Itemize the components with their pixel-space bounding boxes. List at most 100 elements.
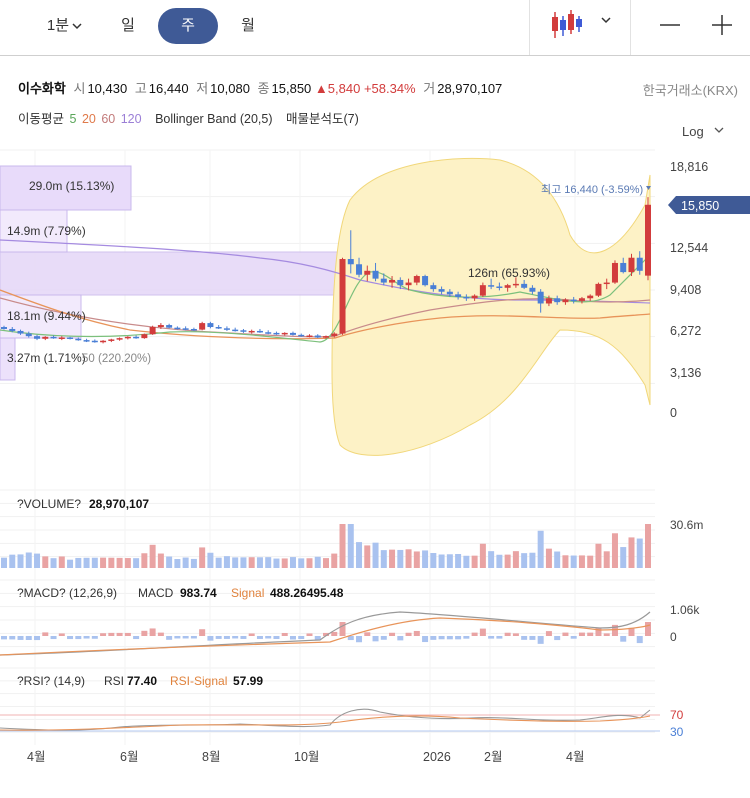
volume-bar <box>529 552 536 568</box>
macd-bar <box>75 636 82 640</box>
macd-bar <box>331 631 338 636</box>
candle-body <box>42 336 49 339</box>
max-label: 최고 16,440 (-3.59%) <box>541 183 643 196</box>
volume-bar <box>166 556 173 568</box>
volume-bar <box>455 554 462 568</box>
volume-bar <box>611 533 618 568</box>
macd-bar <box>405 632 412 636</box>
candle-body <box>372 270 379 279</box>
candle-body <box>471 295 478 299</box>
candle-body <box>537 291 544 304</box>
volume-bar <box>133 558 140 568</box>
volume-bar <box>256 557 263 568</box>
macd-bar <box>207 636 214 641</box>
candle-body <box>9 328 16 331</box>
volume-bar <box>364 545 371 568</box>
macd-bar <box>645 622 651 636</box>
volume-bar <box>25 552 32 568</box>
candle-body <box>314 335 321 338</box>
rsi-tick-30: 30 <box>670 725 684 739</box>
macd-bar <box>397 636 404 641</box>
rsi-value: 77.40 <box>127 674 157 688</box>
y-tick-6: 0 <box>670 406 677 420</box>
candle-body <box>603 282 610 285</box>
volume-bar <box>273 558 280 568</box>
candle-body <box>190 328 197 331</box>
volume-bar <box>58 556 65 568</box>
last-price-tag: 15,850 <box>668 196 750 214</box>
macd-bar <box>67 636 74 640</box>
macd-bar <box>356 636 363 643</box>
candle-body <box>199 323 206 330</box>
rsi-tick-70: 70 <box>670 708 684 722</box>
candle-body <box>58 337 65 339</box>
macd-bar <box>380 636 387 640</box>
volume-panel-value: 28,970,107 <box>89 497 149 511</box>
volume-bar <box>108 557 115 568</box>
macd-bar <box>240 636 247 639</box>
volume-bar <box>50 558 57 568</box>
candle-body <box>628 257 635 273</box>
candle-body <box>488 285 495 287</box>
candle-body <box>182 328 189 330</box>
volume-bar <box>537 530 544 568</box>
volume-bar <box>397 549 404 568</box>
candle-body <box>67 337 74 339</box>
volume-bar <box>199 547 206 568</box>
candle-body <box>620 262 627 273</box>
candle-body <box>413 276 420 283</box>
candle-body <box>570 299 577 302</box>
candle-body <box>504 285 511 288</box>
candle-body <box>100 340 107 343</box>
last-price: 15,850 <box>681 199 719 213</box>
candle-body <box>289 332 296 335</box>
volume-bar <box>141 553 148 568</box>
macd-bar <box>182 636 189 639</box>
candle-body <box>141 334 148 339</box>
macd-bar <box>190 636 197 639</box>
volume-bar <box>323 558 329 568</box>
candle-body <box>207 323 214 328</box>
candle-body <box>91 340 98 343</box>
macd-bar <box>438 636 445 640</box>
volume-bar <box>215 557 222 568</box>
macd-bar <box>83 636 90 639</box>
volume-bar <box>521 553 528 568</box>
macd-bar <box>256 636 263 639</box>
macd-bar <box>34 636 41 641</box>
rsi-signal-value: 57.99 <box>233 674 263 688</box>
candle-body <box>521 283 528 288</box>
volume-bar <box>174 559 181 568</box>
macd-bar <box>339 622 346 636</box>
volume-bar <box>603 551 610 568</box>
volume-bar <box>100 557 107 568</box>
macd-bar <box>133 636 140 640</box>
candle-body <box>133 336 140 339</box>
stock-chart[interactable]: 18,816 12,544 9,408 6,272 3,136 0 15,850… <box>0 0 750 798</box>
volume-bar <box>512 551 519 568</box>
candle-body <box>463 296 470 299</box>
candle-body <box>645 204 651 276</box>
macd-bar <box>141 630 148 636</box>
macd-bar <box>58 633 65 636</box>
volume-bar <box>636 538 643 568</box>
volume-bar <box>645 524 651 568</box>
candle-body <box>281 332 288 335</box>
volume-bar <box>422 550 429 568</box>
volume-bar <box>570 555 577 568</box>
volume-bar <box>157 553 164 568</box>
candle-body <box>1 327 7 329</box>
volume-bar <box>545 548 552 568</box>
candle-body <box>562 299 569 303</box>
candle-body <box>496 286 503 288</box>
volume-bar <box>430 553 437 568</box>
macd-bar <box>248 633 255 636</box>
macd-bar <box>281 632 288 636</box>
volume-tick: 30.6m <box>670 518 703 532</box>
candle-body <box>479 285 486 296</box>
macd-bar <box>488 636 495 639</box>
vp-label-1: 29.0m (15.13%) <box>29 179 114 193</box>
candle-body <box>380 278 387 283</box>
candle-body <box>124 336 131 339</box>
rsi-panel-label: ?RSI? (14,9) <box>17 674 85 688</box>
